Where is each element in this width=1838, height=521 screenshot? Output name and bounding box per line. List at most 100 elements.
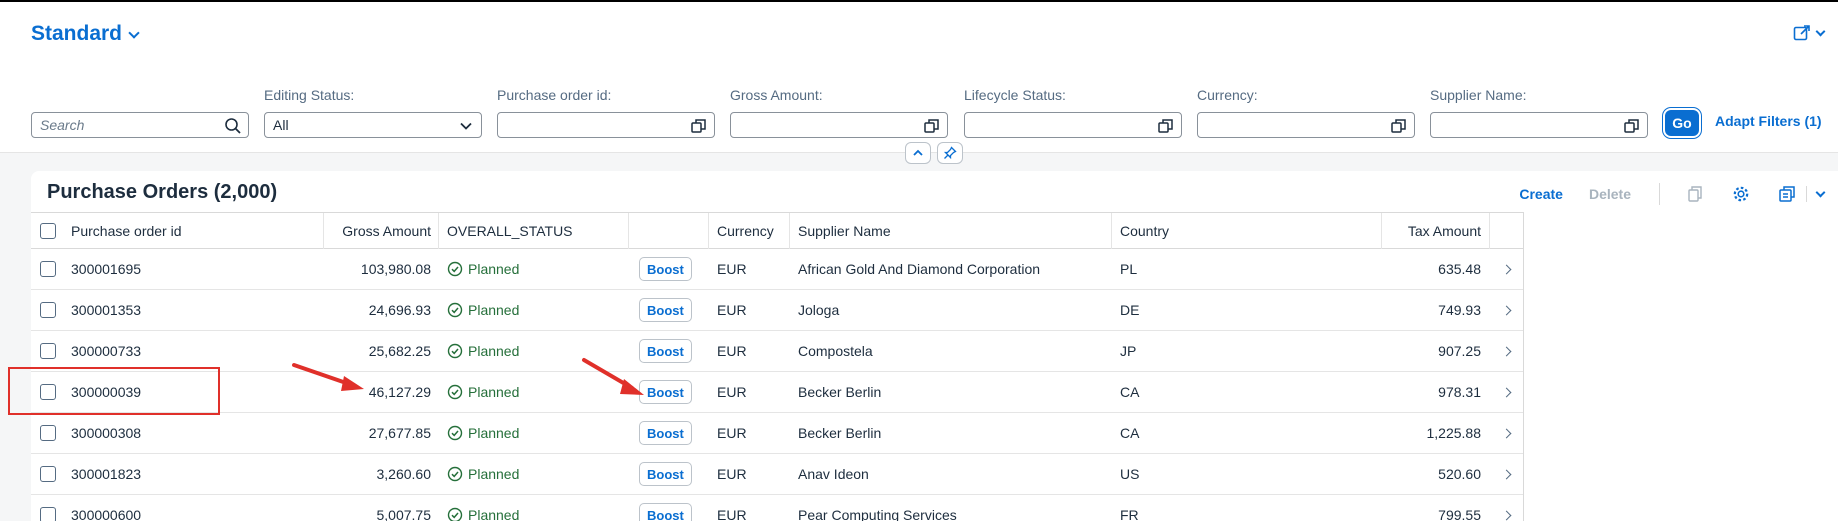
tax-amount: 520.60: [1438, 466, 1481, 482]
status-text: Planned: [468, 466, 520, 482]
create-button[interactable]: Create: [1519, 186, 1563, 202]
row-checkbox[interactable]: [40, 507, 56, 521]
supplier-name-label: Supplier Name:: [1430, 87, 1527, 103]
search-placeholder: Search: [40, 117, 85, 133]
settings-icon: [1733, 186, 1749, 202]
supplier-name-input[interactable]: [1430, 112, 1648, 138]
currency: EUR: [717, 343, 747, 359]
supplier-name: Becker Berlin: [798, 384, 882, 400]
table-row[interactable]: 300000039 46,127.29 Planned Boost EUR Be…: [31, 372, 1523, 413]
country: CA: [1120, 425, 1140, 441]
table-row[interactable]: 300001695 103,980.08 Planned Boost EUR A…: [31, 249, 1523, 290]
value-help-icon[interactable]: [690, 117, 708, 135]
toolbar-separator: [1806, 186, 1807, 202]
currency: EUR: [717, 384, 747, 400]
nav-arrow-icon[interactable]: [1501, 305, 1512, 315]
country: US: [1120, 466, 1140, 482]
row-checkbox[interactable]: [40, 302, 56, 318]
table-row[interactable]: 300001823 3,260.60 Planned Boost EUR Ana…: [31, 454, 1523, 495]
value-help-icon[interactable]: [1623, 117, 1641, 135]
collapse-icon: [913, 149, 923, 156]
gross-amount-filter: Gross Amount:: [730, 86, 948, 138]
success-icon: [447, 384, 463, 400]
col-header-currency[interactable]: Currency: [717, 213, 774, 248]
go-button[interactable]: Go: [1665, 110, 1699, 136]
nav-arrow-icon[interactable]: [1501, 469, 1512, 479]
gross-amount-label: Gross Amount:: [730, 87, 823, 103]
variant-selector[interactable]: Standard: [31, 22, 140, 46]
table-row[interactable]: 300000308 27,677.85 Planned Boost EUR Be…: [31, 413, 1523, 454]
tax-amount: 978.31: [1438, 384, 1481, 400]
lifecycle-status-input[interactable]: [964, 112, 1182, 138]
supplier-name: Anav Ideon: [798, 466, 869, 482]
row-checkbox[interactable]: [40, 425, 56, 441]
gross-amount: 103,980.08: [360, 261, 431, 277]
currency-input[interactable]: [1197, 112, 1415, 138]
lifecycle-status-filter: Lifecycle Status:: [964, 86, 1182, 138]
collapse-header-button[interactable]: [905, 142, 931, 164]
value-help-icon[interactable]: [1390, 117, 1408, 135]
nav-arrow-icon[interactable]: [1501, 387, 1512, 397]
pin-header-button[interactable]: [937, 142, 963, 164]
gross-amount: 3,260.60: [376, 466, 432, 482]
share-icon: [1793, 25, 1810, 41]
tax-amount: 635.48: [1438, 261, 1481, 277]
editing-status-select[interactable]: All: [264, 112, 482, 138]
supplier-name-filter: Supplier Name:: [1430, 86, 1648, 138]
lifecycle-status-label: Lifecycle Status:: [964, 87, 1066, 103]
success-icon: [447, 343, 463, 359]
search-input[interactable]: Search: [31, 112, 249, 138]
overall-status: Planned: [447, 413, 519, 453]
settings-button[interactable]: [1732, 185, 1750, 203]
row-checkbox[interactable]: [40, 466, 56, 482]
editing-status-value: All: [273, 117, 289, 133]
adapt-filters-button[interactable]: Adapt Filters (1): [1715, 113, 1822, 129]
boost-button[interactable]: Boost: [639, 421, 692, 445]
table-row[interactable]: 300001353 24,696.93 Planned Boost EUR Jo…: [31, 290, 1523, 331]
col-header-tax-amount[interactable]: Tax Amount: [1381, 213, 1481, 248]
search-icon[interactable]: [224, 117, 242, 135]
select-all-checkbox[interactable]: [40, 222, 56, 239]
row-checkbox[interactable]: [40, 261, 56, 277]
share-button[interactable]: [1793, 24, 1826, 42]
table-row[interactable]: 300000733 25,682.25 Planned Boost EUR Co…: [31, 331, 1523, 372]
purchase-order-id-label: Purchase order id:: [497, 87, 612, 103]
col-header-country[interactable]: Country: [1120, 213, 1169, 248]
chevron-down-icon[interactable]: [1815, 187, 1826, 198]
status-text: Planned: [468, 302, 520, 318]
value-help-icon[interactable]: [923, 117, 941, 135]
purchase-order-id-input[interactable]: [497, 112, 715, 138]
boost-button[interactable]: Boost: [639, 257, 692, 281]
overall-status: Planned: [447, 249, 519, 289]
boost-button[interactable]: Boost: [639, 503, 692, 521]
status-text: Planned: [468, 343, 520, 359]
search-filter: Search: [31, 86, 249, 138]
export-button[interactable]: [1778, 185, 1796, 203]
col-header-supplier-name[interactable]: Supplier Name: [798, 213, 891, 248]
nav-arrow-icon[interactable]: [1501, 428, 1512, 438]
table-row[interactable]: 300000600 5,007.75 Planned Boost EUR Pea…: [31, 495, 1523, 521]
purchase-order-id: 300001823: [71, 466, 142, 482]
nav-arrow-icon[interactable]: [1501, 264, 1512, 274]
delete-button[interactable]: Delete: [1589, 186, 1631, 202]
nav-arrow-icon[interactable]: [1501, 510, 1512, 520]
purchase-orders-table: Purchase Orders (2,000) Create Delete Pu…: [31, 171, 1838, 521]
value-help-icon[interactable]: [1157, 117, 1175, 135]
gross-amount-input[interactable]: [730, 112, 948, 138]
table-header-row: Purchase order id Gross Amount OVERALL_S…: [31, 213, 1523, 249]
country: DE: [1120, 302, 1140, 318]
col-header-overall-status[interactable]: OVERALL_STATUS: [447, 213, 573, 248]
column-separator: [628, 213, 629, 249]
country: FR: [1120, 507, 1139, 521]
copy-button[interactable]: [1686, 185, 1704, 203]
table-grid: Purchase order id Gross Amount OVERALL_S…: [31, 212, 1524, 521]
boost-button[interactable]: Boost: [639, 298, 692, 322]
export-icon: [1779, 186, 1795, 202]
nav-arrow-icon[interactable]: [1501, 346, 1512, 356]
row-checkbox[interactable]: [40, 343, 56, 359]
col-header-purchase-order-id[interactable]: Purchase order id: [71, 213, 182, 248]
col-header-gross-amount[interactable]: Gross Amount: [323, 213, 431, 248]
country: CA: [1120, 384, 1140, 400]
tax-amount: 1,225.88: [1426, 425, 1482, 441]
boost-button[interactable]: Boost: [639, 462, 692, 486]
